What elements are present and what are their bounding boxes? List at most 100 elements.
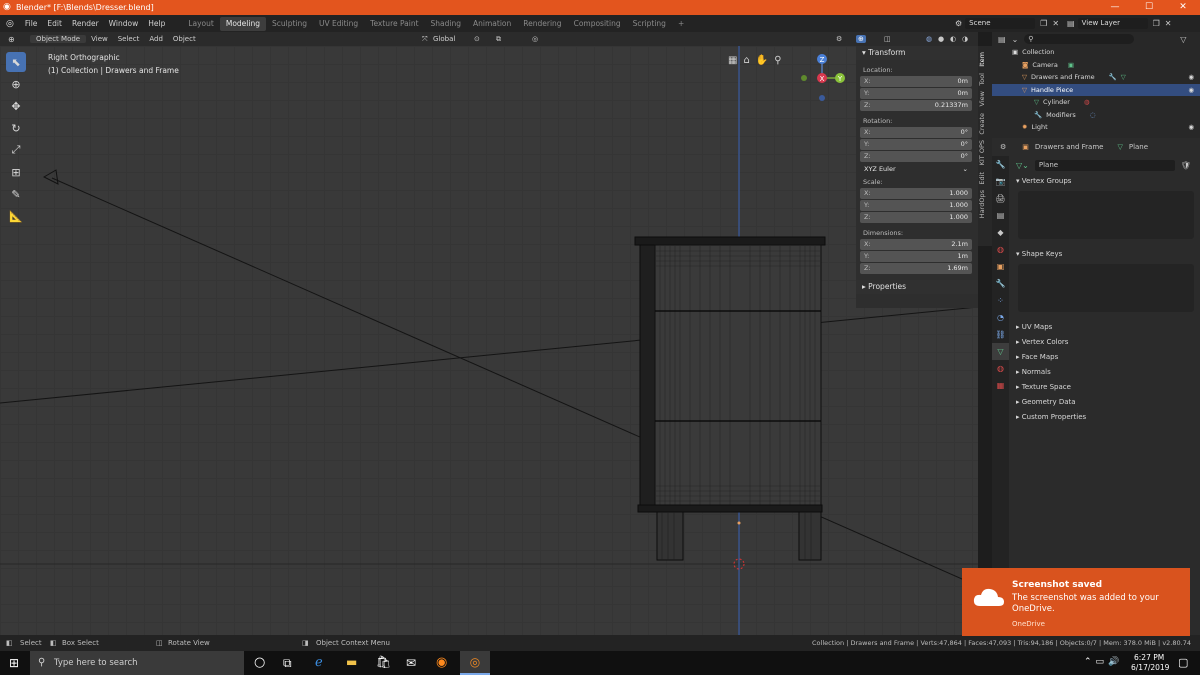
scale-x-field[interactable]: X: 1.000 xyxy=(860,188,972,199)
pivot-icon[interactable]: ⊙ xyxy=(474,35,480,43)
mesh-name-field[interactable]: Plane xyxy=(1034,159,1175,171)
tab-create[interactable]: Create xyxy=(978,113,992,135)
rotation-z-field[interactable]: Z: 0° xyxy=(860,151,972,162)
tab-modeling[interactable]: Modeling xyxy=(219,16,266,31)
visibility-eye-icon[interactable]: ◉ xyxy=(1188,84,1194,97)
proportional-edit-icon[interactable]: ◎ xyxy=(532,35,538,43)
outliner-row-modifiers[interactable]: 🔧 Modifiers ◌ xyxy=(992,109,1200,122)
firefox-icon[interactable]: ◉ xyxy=(436,655,447,670)
scene-properties-icon[interactable]: ◆ xyxy=(992,224,1009,241)
tab-layout[interactable]: Layout xyxy=(182,17,220,31)
shading-solid-icon[interactable]: ● xyxy=(938,35,944,43)
texture-properties-icon[interactable]: ▦ xyxy=(992,377,1009,394)
dimensions-z-field[interactable]: Z: 1.69m xyxy=(860,263,972,274)
close-button[interactable]: ✕ xyxy=(1166,0,1200,15)
tab-kit-ops[interactable]: KIT OPS xyxy=(978,140,992,165)
blender-taskbar-icon[interactable]: ◎ xyxy=(460,651,490,675)
outliner-row-drawers-and-frame[interactable]: ▽ Drawers and Frame 🔧 ▽ ◉ xyxy=(992,71,1200,84)
remove-view-layer-icon[interactable]: ✕ xyxy=(1165,19,1172,28)
navigation-gizmo[interactable]: Z Y X xyxy=(796,52,852,104)
world-properties-icon[interactable]: ◍ xyxy=(992,241,1009,258)
normals-header[interactable]: ▸ Normals xyxy=(1010,365,1200,380)
zoom-icon[interactable]: ⚲ xyxy=(774,55,781,66)
3d-viewport[interactable]: Right Orthographic (1) Collection | Draw… xyxy=(0,46,978,635)
camera-view-icon[interactable]: ⌂ xyxy=(743,55,749,66)
outliner-row-handle-piece[interactable]: ▽ Handle Piece ◉ xyxy=(992,83,1200,97)
menu-window[interactable]: Window xyxy=(104,19,144,28)
physics-properties-icon[interactable]: ◔ xyxy=(992,309,1009,326)
clock-time[interactable]: 6:27 PM xyxy=(1134,653,1164,662)
transform-panel-header[interactable]: ▾ Transform xyxy=(856,46,978,60)
cortana-icon[interactable]: ○ xyxy=(254,655,265,670)
notification-center-icon[interactable]: ▢ xyxy=(1178,656,1188,669)
store-icon[interactable]: 🛍 xyxy=(376,655,391,669)
outliner-row-light[interactable]: ✹ Light ◉ xyxy=(992,121,1200,134)
onedrive-notification[interactable]: Screenshot saved The screenshot was adde… xyxy=(962,568,1190,636)
select-menu[interactable]: Select xyxy=(113,35,145,43)
new-scene-icon[interactable]: ❐ xyxy=(1040,19,1047,28)
output-properties-icon[interactable]: 🖨 xyxy=(992,190,1009,207)
texture-space-header[interactable]: ▸ Texture Space xyxy=(1010,380,1200,395)
gizmo-toggle-icon[interactable]: ⚙ xyxy=(836,35,842,43)
snap-icon[interactable]: ⧉ xyxy=(496,35,501,44)
annotate-tool-icon[interactable]: ✎ xyxy=(6,184,26,204)
outliner-search-input[interactable]: ⚲ xyxy=(1024,34,1135,44)
blender-menu-icon[interactable]: ◎ xyxy=(0,19,20,29)
properties-panel-header[interactable]: ▸ Properties xyxy=(856,280,978,294)
xray-toggle-icon[interactable]: ◫ xyxy=(884,35,891,43)
rotate-tool-icon[interactable]: ↻ xyxy=(6,118,26,138)
outliner-editor-icon[interactable]: ▤ xyxy=(998,35,1006,44)
view-layer-properties-icon[interactable]: ▤ xyxy=(992,207,1009,224)
rotation-x-field[interactable]: X: 0° xyxy=(860,127,972,138)
scale-z-field[interactable]: Z: 1.000 xyxy=(860,212,972,223)
menu-edit[interactable]: Edit xyxy=(42,19,67,28)
tab-hardops[interactable]: HardOps xyxy=(978,190,992,218)
tool-properties-icon[interactable]: 🔧 xyxy=(992,156,1009,173)
shading-material-icon[interactable]: ◐ xyxy=(950,35,956,43)
add-menu[interactable]: Add xyxy=(144,35,168,43)
dimensions-x-field[interactable]: X: 2.1m xyxy=(860,239,972,250)
tab-uv-editing[interactable]: UV Editing xyxy=(313,17,364,31)
vertex-colors-header[interactable]: ▸ Vertex Colors xyxy=(1010,335,1200,350)
shape-keys-header[interactable]: ▾ Shape Keys xyxy=(1010,247,1200,262)
outliner-row-camera[interactable]: ◙ Camera ▣ xyxy=(992,59,1200,72)
outliner-row-cylinder[interactable]: ▽ Cylinder ◍ xyxy=(992,96,1200,109)
mail-icon[interactable]: ✉ xyxy=(406,656,416,670)
particles-properties-icon[interactable]: ⁘ xyxy=(992,292,1009,309)
render-properties-icon[interactable]: 📷 xyxy=(992,173,1009,190)
cursor-tool-icon[interactable]: ⊕ xyxy=(6,74,26,94)
object-menu[interactable]: Object xyxy=(168,35,201,43)
shape-keys-list[interactable] xyxy=(1018,264,1194,312)
object-mode-dropdown[interactable]: Object Mode xyxy=(30,35,87,43)
task-view-icon[interactable]: ⧉ xyxy=(283,656,292,671)
tab-animation[interactable]: Animation xyxy=(467,17,517,31)
overlay-toggle-icon[interactable]: ⊕ xyxy=(856,35,866,43)
filter-icon[interactable]: ▽ xyxy=(1180,35,1186,44)
tab-tool[interactable]: Tool xyxy=(978,73,992,86)
vertex-groups-header[interactable]: ▾ Vertex Groups xyxy=(1010,174,1200,189)
select-tool-icon[interactable]: ⬉ xyxy=(6,52,26,72)
shading-rendered-icon[interactable]: ◑ xyxy=(962,35,968,43)
view-menu[interactable]: View xyxy=(86,35,113,43)
add-workspace-button[interactable]: + xyxy=(672,17,690,31)
tab-shading[interactable]: Shading xyxy=(425,17,467,31)
menu-file[interactable]: File xyxy=(20,19,43,28)
rotation-mode-dropdown[interactable]: XYZ Euler ⌄ xyxy=(860,164,972,175)
remove-scene-icon[interactable]: ✕ xyxy=(1052,19,1059,28)
measure-tool-icon[interactable]: 📐 xyxy=(6,206,26,226)
transform-orientation-dropdown[interactable]: Global xyxy=(428,35,460,43)
tab-item[interactable]: Item xyxy=(978,52,992,67)
vertex-groups-list[interactable] xyxy=(1018,191,1194,239)
move-tool-icon[interactable]: ✥ xyxy=(6,96,26,116)
geometry-data-header[interactable]: ▸ Geometry Data xyxy=(1010,395,1200,410)
visibility-eye-icon[interactable]: ◉ xyxy=(1188,121,1194,134)
face-maps-header[interactable]: ▸ Face Maps xyxy=(1010,350,1200,365)
new-view-layer-icon[interactable]: ❐ xyxy=(1153,19,1160,28)
material-properties-icon[interactable]: ◍ xyxy=(992,360,1009,377)
outliner-row-collection[interactable]: ▣ Collection xyxy=(992,46,1200,59)
editor-type-icon[interactable]: ⊕ xyxy=(8,35,15,44)
system-tray-icons[interactable]: ⌃▭🔊 xyxy=(1084,657,1123,667)
fake-user-icon[interactable]: 🛡 xyxy=(1181,161,1191,170)
taskbar-search-input[interactable]: ⚲ Type here to search xyxy=(30,651,244,675)
mesh-browse-icon[interactable]: ▽⌄ xyxy=(1016,161,1029,170)
